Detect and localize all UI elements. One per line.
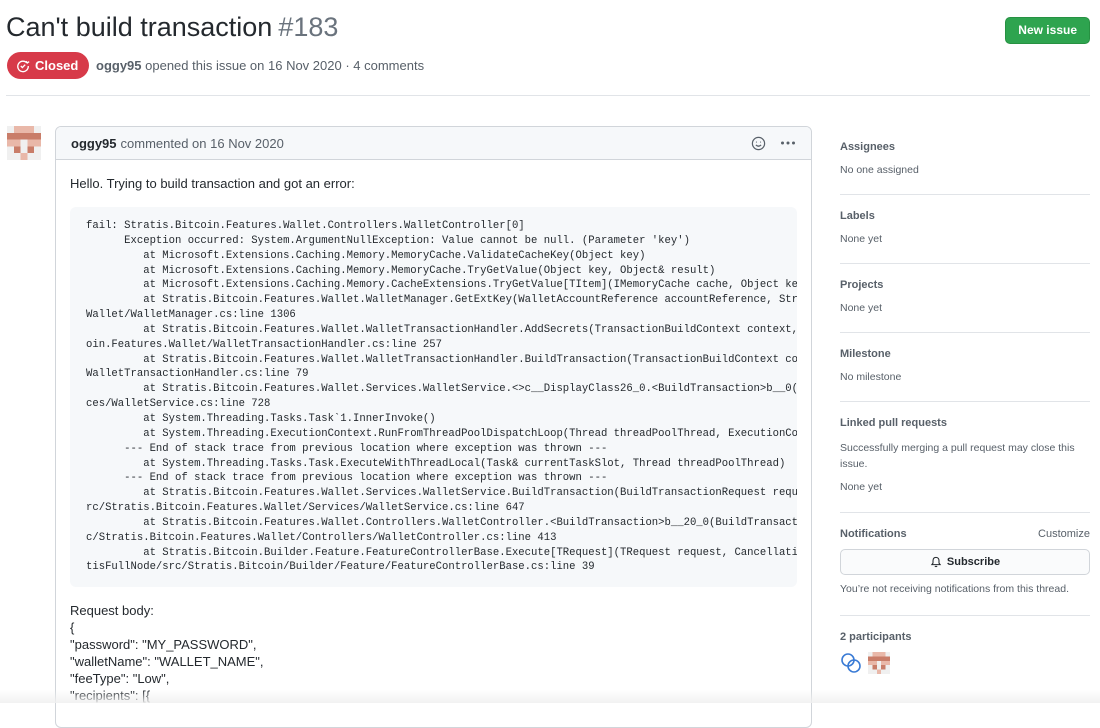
code-block: fail: Stratis.Bitcoin.Features.Wallet.Co… <box>70 207 797 588</box>
comment-actions <box>749 134 797 152</box>
issue-header: Can't build transaction #183 New issue Cl… <box>0 0 1100 96</box>
request-body-line: "feeType": "Low", <box>70 671 170 687</box>
code-line: at Stratis.Bitcoin.Features.Wallet.Servi… <box>86 487 797 500</box>
milestone-section: Milestone No milestone <box>840 333 1090 402</box>
notifications-section: Notifications Customize Subscribe You’re… <box>840 513 1090 616</box>
comment-author-link[interactable]: oggy95 <box>71 136 117 151</box>
labels-section: Labels None yet <box>840 195 1090 264</box>
bell-icon <box>930 556 942 568</box>
code-line: at System.Threading.Tasks.Task`1.InnerIn… <box>86 412 436 425</box>
issue-title: Can't build transaction #183 <box>6 9 338 45</box>
comment-header: oggy95 commented on 16 Nov 2020 <box>56 127 811 160</box>
issue-author-link[interactable]: oggy95 <box>96 58 142 73</box>
code-line: WalletTransactionHandler.cs:line 79 <box>86 368 309 381</box>
code-line: at Microsoft.Extensions.Caching.Memory.M… <box>86 249 646 262</box>
projects-value: None yet <box>840 302 883 314</box>
code-line: at Stratis.Bitcoin.Features.Wallet.Walle… <box>86 323 797 336</box>
linked-pull-requests-value: None yet <box>840 481 883 493</box>
comment-date[interactable]: commented on 16 Nov 2020 <box>121 136 284 151</box>
comment-intro: Hello. Trying to build transaction and g… <box>70 176 355 191</box>
linked-pull-requests-section: Linked pull requests Successfully mergin… <box>840 402 1090 513</box>
code-line: at Microsoft.Extensions.Caching.Memory.M… <box>86 264 716 277</box>
request-body-line: "walletName": "WALLET_NAME", <box>70 654 264 670</box>
milestone-heading[interactable]: Milestone <box>840 348 891 360</box>
code-line: ces/WalletService.cs:line 728 <box>86 398 271 411</box>
code-line: rc/Stratis.Bitcoin.Features.Wallet/Servi… <box>86 502 525 515</box>
code-line: at Stratis.Bitcoin.Builder.Feature.Featu… <box>86 546 797 559</box>
assignees-heading[interactable]: Assignees <box>840 141 895 153</box>
issue-meta: oggy95 opened this issue on 16 Nov 2020 … <box>96 58 424 73</box>
code-line: tisFullNode/src/Stratis.Bitcoin/Builder/… <box>86 561 595 574</box>
code-line: at Stratis.Bitcoin.Features.Wallet.Walle… <box>86 353 797 366</box>
request-body-line: Request body: <box>70 603 154 619</box>
participant-avatar[interactable] <box>840 652 862 674</box>
subscribe-label: Subscribe <box>946 556 1001 568</box>
smiley-icon[interactable] <box>749 134 767 152</box>
labels-heading[interactable]: Labels <box>840 210 875 222</box>
notifications-note: You’re not receiving notifications from … <box>840 583 1069 595</box>
code-line: at Microsoft.Extensions.Caching.Memory.C… <box>86 279 797 292</box>
new-issue-button[interactable]: New issue <box>1005 17 1090 44</box>
projects-section: Projects None yet <box>840 264 1090 333</box>
author-avatar[interactable] <box>7 126 41 160</box>
projects-heading[interactable]: Projects <box>840 279 883 291</box>
code-line: --- End of stack trace from previous loc… <box>86 472 608 485</box>
issue-number: #183 <box>278 12 339 42</box>
participants-heading: 2 participants <box>840 631 912 643</box>
code-line: at Stratis.Bitcoin.Features.Wallet.Contr… <box>86 516 797 529</box>
code-line: c/Stratis.Bitcoin.Features.Wallet/Contro… <box>86 531 557 544</box>
code-line: --- End of stack trace from previous loc… <box>86 442 608 455</box>
notifications-heading: Notifications <box>840 528 907 540</box>
code-line: at System.Threading.ExecutionContext.Run… <box>86 427 797 440</box>
participant-avatar[interactable] <box>868 652 890 674</box>
comment-box: oggy95 commented on 16 Nov 2020 Hello. T… <box>55 126 812 728</box>
code-line: oin.Features.Wallet/WalletTransactionHan… <box>86 338 443 351</box>
bottom-fade <box>0 690 1100 703</box>
code-line: at System.Threading.Tasks.Task.ExecuteWi… <box>86 457 786 470</box>
customize-link[interactable]: Customize <box>1038 528 1090 540</box>
issue-meta-text: opened this issue on 16 Nov 2020 · 4 com… <box>141 58 425 73</box>
request-body-line: { <box>70 620 75 636</box>
sidebar: Assignees No one assigned Labels None ye… <box>840 126 1090 686</box>
labels-value: None yet <box>840 233 883 245</box>
status-badge: Closed <box>7 52 90 79</box>
subscribe-button[interactable]: Subscribe <box>840 549 1090 575</box>
milestone-value: No milestone <box>840 371 902 383</box>
code-line: fail: Stratis.Bitcoin.Features.Wallet.Co… <box>86 220 525 232</box>
code-line: Wallet/WalletManager.cs:line 1306 <box>86 309 296 322</box>
status-badge-label: Closed <box>35 58 79 73</box>
linked-pull-requests-heading[interactable]: Linked pull requests <box>840 417 947 429</box>
assignees-section: Assignees No one assigned <box>840 126 1090 195</box>
linked-pull-requests-description: Successfully merging a pull request may … <box>840 442 1075 470</box>
header-divider <box>6 95 1090 96</box>
kebab-menu-icon[interactable] <box>779 134 797 152</box>
issue-title-text: Can't build transaction <box>6 12 273 42</box>
code-line: Exception occurred: System.ArgumentNullE… <box>86 234 690 247</box>
comment-body: Hello. Trying to build transaction and g… <box>56 160 811 704</box>
code-line: at Stratis.Bitcoin.Features.Wallet.Servi… <box>86 383 797 396</box>
participants-section: 2 participants <box>840 616 1090 686</box>
request-body: Request body:{"password": "MY_PASSWORD",… <box>70 602 797 704</box>
request-body-line: "password": "MY_PASSWORD", <box>70 637 257 653</box>
assignees-value: No one assigned <box>840 164 919 176</box>
issue-closed-icon <box>17 60 30 72</box>
code-line: at Stratis.Bitcoin.Features.Wallet.Walle… <box>86 294 797 307</box>
